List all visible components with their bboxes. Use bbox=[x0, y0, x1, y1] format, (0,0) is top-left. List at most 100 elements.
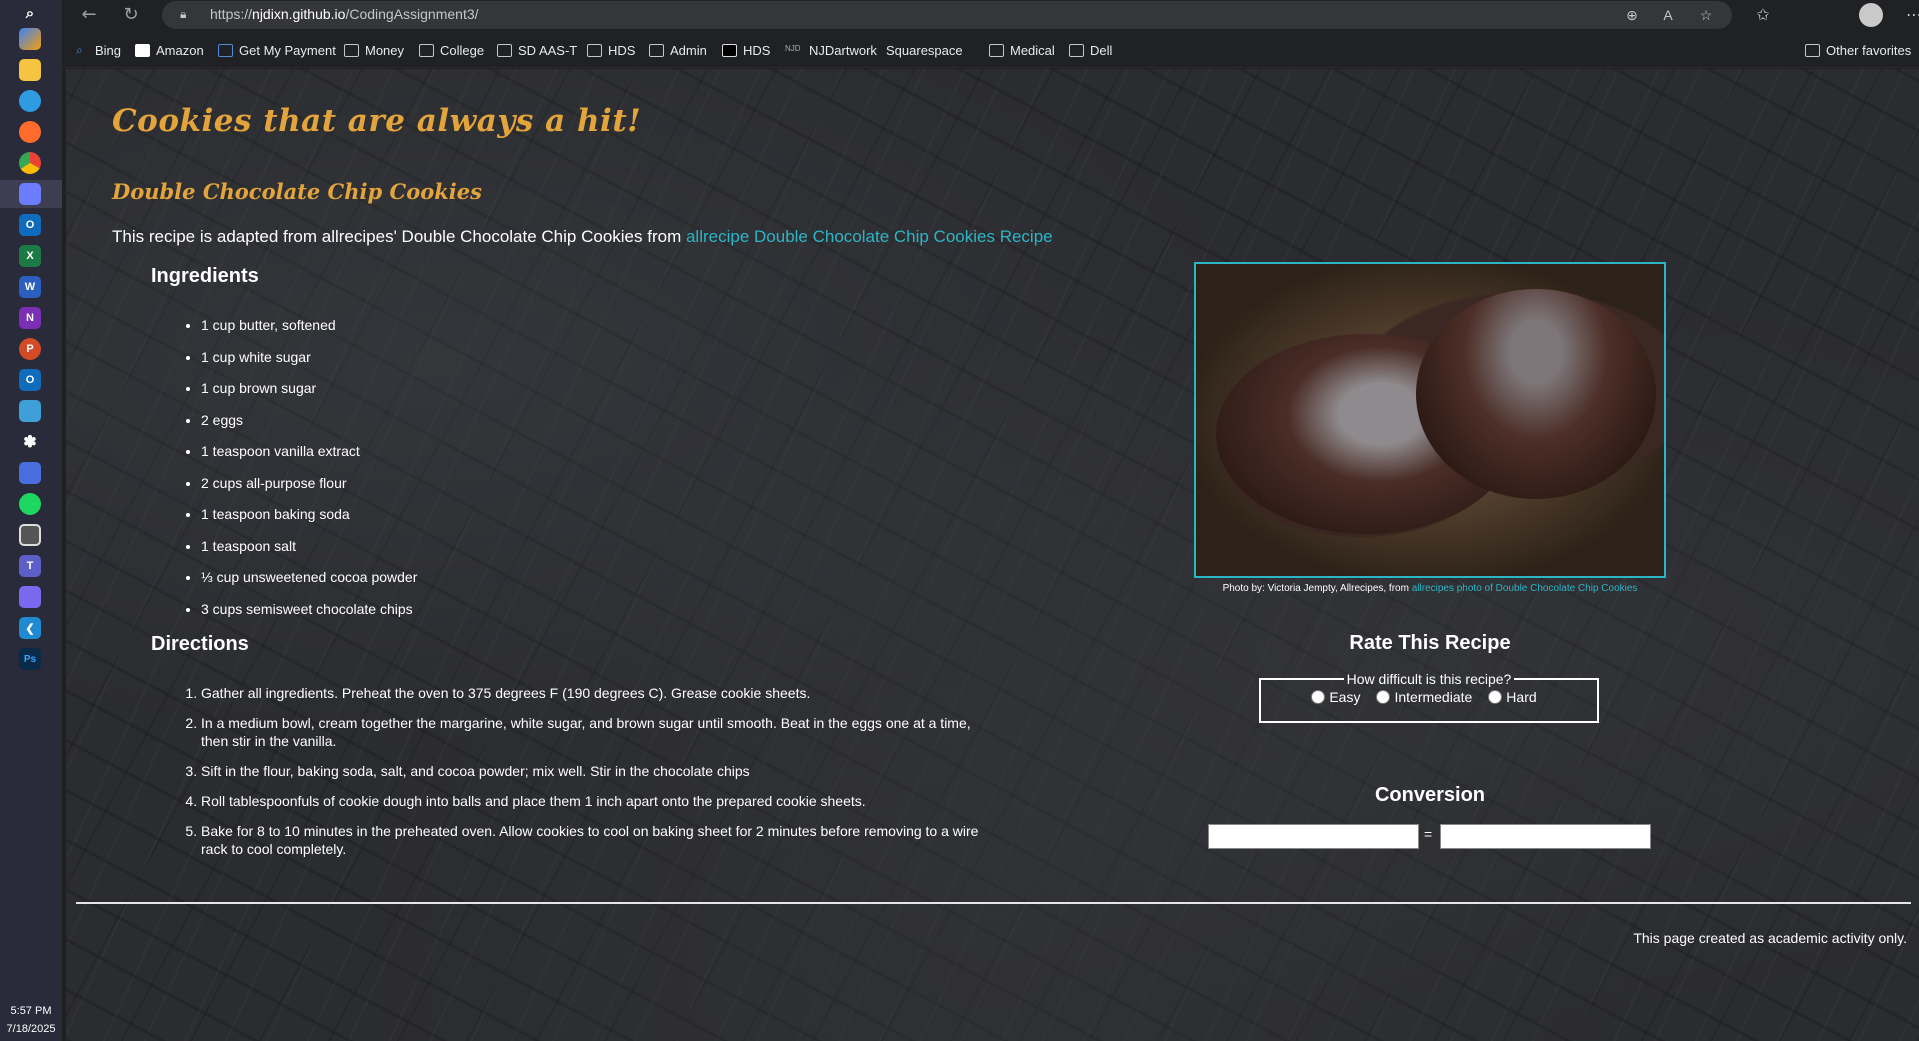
address-bar[interactable]: 🔒︎ https://njdixn.github.io/CodingAssign… bbox=[162, 1, 1732, 29]
bookmark-label: Medical bbox=[1010, 42, 1055, 58]
file-explorer-icon[interactable] bbox=[19, 59, 41, 81]
hds-icon bbox=[722, 43, 737, 57]
folder-icon bbox=[649, 43, 664, 57]
url-text[interactable]: https://njdixn.github.io/CodingAssignmen… bbox=[210, 6, 479, 22]
bookmark-hds[interactable]: HDS bbox=[722, 40, 770, 60]
folder-icon bbox=[344, 43, 359, 57]
bookmark-get-my-payment[interactable]: Get My Payment bbox=[218, 40, 336, 60]
radio-label: Hard bbox=[1506, 689, 1537, 705]
radio-hard[interactable] bbox=[1488, 690, 1503, 704]
difficulty-legend: How difficult is this recipe? bbox=[1346, 671, 1512, 687]
camera-icon[interactable] bbox=[19, 524, 41, 546]
folder-icon bbox=[1805, 43, 1820, 57]
allrecipes-recipe-link[interactable]: allrecipe Double Chocolate Chip Cookies … bbox=[686, 227, 1053, 246]
back-icon[interactable]: ← bbox=[76, 3, 102, 27]
copilot-icon[interactable] bbox=[19, 28, 41, 50]
ingredient-item: 1 cup brown sugar bbox=[201, 378, 417, 410]
more-options-icon[interactable]: ⋯ bbox=[1902, 3, 1919, 27]
bookmarks-bar: ⌕ Bing Amazon Get My Payment Money Colleg… bbox=[62, 30, 1919, 68]
defender-icon[interactable] bbox=[19, 400, 41, 422]
outlook-icon[interactable]: O bbox=[19, 214, 41, 236]
lock-icon[interactable]: 🔒︎ bbox=[180, 7, 194, 23]
ingredient-item: 1 teaspoon salt bbox=[201, 536, 417, 568]
photo-caption: Photo by: Victoria Jempty, Allrecipes, f… bbox=[1166, 583, 1694, 594]
bookmark-medical[interactable]: Medical bbox=[989, 40, 1055, 60]
directions-list: Gather all ingredients. Preheat the oven… bbox=[201, 684, 1001, 870]
conversion-input-right[interactable] bbox=[1440, 824, 1651, 849]
search-icon[interactable]: ⌕ bbox=[19, 2, 41, 24]
difficulty-option-intermediate[interactable]: Intermediate bbox=[1376, 689, 1472, 705]
direction-step: Bake for 8 to 10 minutes in the preheate… bbox=[201, 822, 1001, 858]
outlook-classic-icon[interactable]: O bbox=[19, 369, 41, 391]
firefox-icon[interactable] bbox=[19, 121, 41, 143]
bookmark-label: Get My Payment bbox=[239, 42, 336, 58]
teams-classic-icon[interactable] bbox=[19, 586, 41, 608]
bookmark-label: HDS bbox=[743, 42, 771, 58]
bookmark-label: Money bbox=[365, 42, 405, 58]
onenote-icon[interactable]: N bbox=[19, 307, 41, 329]
spotify-icon[interactable] bbox=[19, 493, 41, 515]
bookmark-sd-aas-t[interactable]: SD AAS-T bbox=[497, 40, 577, 60]
vscode-icon[interactable]: ❮ bbox=[19, 617, 41, 639]
conversion-input-left[interactable] bbox=[1208, 824, 1419, 849]
folder-icon bbox=[1069, 43, 1084, 57]
favorites-icon[interactable]: ✩ bbox=[1751, 3, 1775, 27]
chrome-icon[interactable] bbox=[19, 152, 41, 174]
puzzle-icon[interactable]: ✽ bbox=[19, 431, 41, 453]
photoshop-icon[interactable]: Ps bbox=[19, 648, 41, 670]
caption-text: Photo by: Victoria Jempty, Allrecipes, f… bbox=[1222, 583, 1412, 594]
zoom-icon[interactable]: ⊕ bbox=[1622, 5, 1642, 25]
bookmark-admin[interactable]: Admin bbox=[649, 40, 707, 60]
radio-easy[interactable] bbox=[1311, 690, 1326, 704]
bookmark-dell[interactable]: Dell bbox=[1069, 40, 1112, 60]
difficulty-fieldset: How difficult is this recipe? Easy Inter… bbox=[1259, 671, 1599, 723]
app-icon[interactable] bbox=[19, 183, 41, 205]
bookmark-bing[interactable]: ⌕ Bing bbox=[76, 40, 121, 60]
directions-heading: Directions bbox=[151, 633, 249, 655]
favorite-star-icon[interactable]: ☆ bbox=[1696, 5, 1716, 25]
allrecipes-photo-link[interactable]: allrecipes photo of Double Chocolate Chi… bbox=[1412, 583, 1638, 594]
edge-icon[interactable] bbox=[19, 90, 41, 112]
bookmark-squarespace[interactable]: Squarespace bbox=[882, 40, 963, 60]
conversion-heading: Conversion bbox=[1374, 784, 1486, 806]
ingredient-item: 1 cup butter, softened bbox=[201, 315, 417, 347]
bookmark-label: SD AAS-T bbox=[518, 42, 578, 58]
powerpoint-icon[interactable]: P bbox=[19, 338, 41, 360]
other-favorites-label: Other favorites bbox=[1826, 42, 1912, 58]
calendar-icon[interactable] bbox=[19, 462, 41, 484]
bookmark-amazon[interactable]: Amazon bbox=[135, 40, 204, 60]
horizontal-rule bbox=[76, 902, 1911, 904]
bookmark-college[interactable]: College bbox=[419, 40, 484, 60]
teams-icon[interactable]: T bbox=[19, 555, 41, 577]
ingredient-item: 3 cups semisweet chocolate chips bbox=[201, 599, 417, 631]
ingredients-heading: Ingredients bbox=[151, 265, 259, 287]
excel-icon[interactable]: X bbox=[19, 245, 41, 267]
page-title: Cookies that are always a hit! bbox=[112, 103, 642, 139]
profile-avatar[interactable] bbox=[1859, 3, 1883, 27]
direction-step: Sift in the flour, baking soda, salt, an… bbox=[201, 762, 1001, 780]
clock-time[interactable]: 5:57 PM bbox=[0, 1005, 62, 1017]
direction-step: Roll tablespoonfuls of cookie dough into… bbox=[201, 792, 1001, 810]
url-prefix: https:// bbox=[210, 6, 253, 22]
word-icon[interactable]: W bbox=[19, 276, 41, 298]
refresh-icon[interactable]: ↻ bbox=[118, 3, 144, 27]
ingredient-item: 2 eggs bbox=[201, 410, 417, 442]
rate-recipe-heading: Rate This Recipe bbox=[1349, 632, 1511, 654]
difficulty-option-easy[interactable]: Easy bbox=[1311, 689, 1360, 705]
bookmark-label: Amazon bbox=[156, 42, 204, 58]
ingredient-item: 1 cup white sugar bbox=[201, 347, 417, 379]
radio-intermediate[interactable] bbox=[1376, 690, 1391, 704]
bookmark-money[interactable]: Money bbox=[344, 40, 404, 60]
bookmark-hds-folder[interactable]: HDS bbox=[587, 40, 635, 60]
direction-step: Gather all ingredients. Preheat the oven… bbox=[201, 684, 1001, 702]
clock-date[interactable]: 7/18/2025 bbox=[0, 1023, 62, 1035]
other-favorites[interactable]: Other favorites bbox=[1805, 40, 1911, 60]
njd-icon: NJD bbox=[785, 43, 801, 53]
read-aloud-icon[interactable]: A bbox=[1658, 5, 1678, 25]
intro-paragraph: This recipe is adapted from allrecipes' … bbox=[112, 227, 1053, 247]
bookmark-label: HDS bbox=[608, 42, 636, 58]
ingredient-item: 1 teaspoon baking soda bbox=[201, 504, 417, 536]
bookmark-njdartwork[interactable]: NJD NJDartwork bbox=[785, 40, 877, 60]
difficulty-option-hard[interactable]: Hard bbox=[1488, 689, 1537, 705]
radio-label: Intermediate bbox=[1394, 689, 1473, 705]
